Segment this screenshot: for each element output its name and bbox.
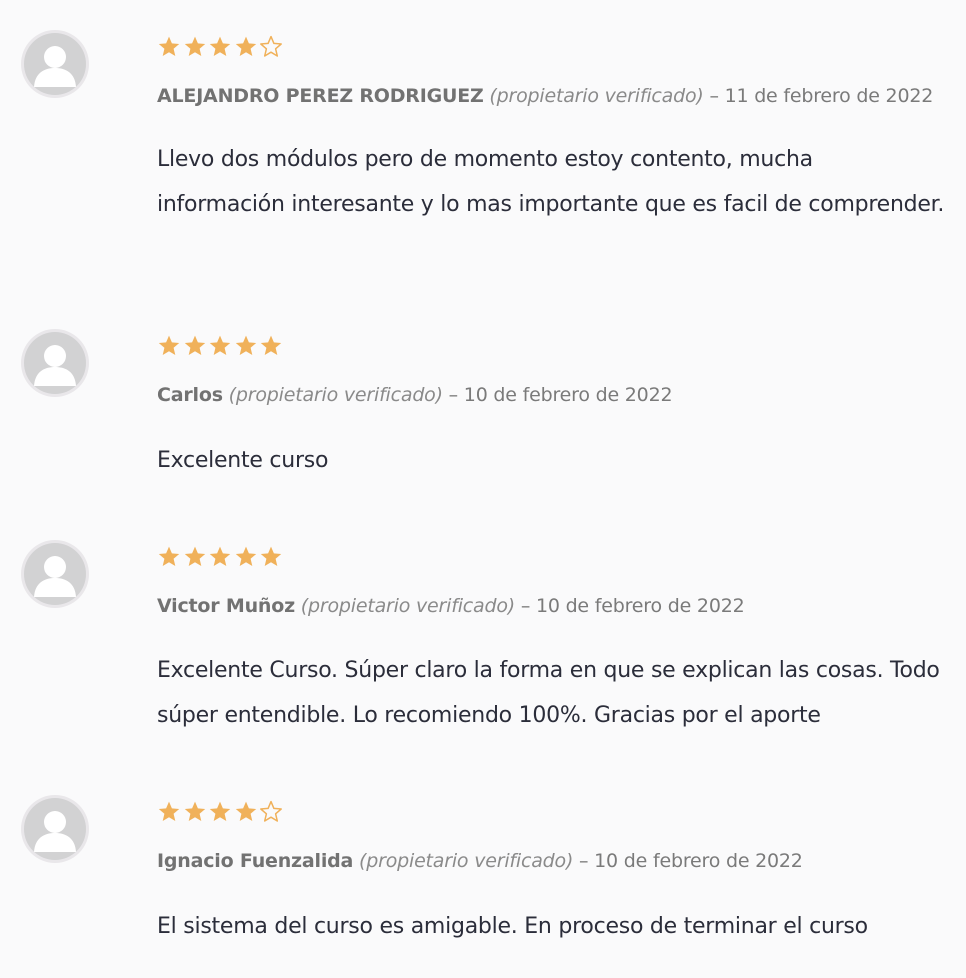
verified-badge: (propietario verificado): [300, 595, 515, 617]
review-author: Ignacio Fuenzalida: [157, 850, 354, 872]
star-rating: [157, 334, 285, 360]
star-filled-icon: [157, 35, 183, 59]
user-avatar-icon: [24, 543, 86, 605]
avatar: [21, 795, 89, 863]
star-rating: [157, 35, 285, 61]
review-text: Excelente Curso. Súper claro la forma en…: [157, 658, 940, 728]
review-date: – 10 de febrero de 2022: [448, 384, 673, 406]
review-meta: Ignacio Fuenzalida (propietario verifica…: [157, 850, 803, 872]
star-filled-icon: [183, 545, 209, 569]
star-filled-icon: [208, 35, 234, 59]
review-author: ALEJANDRO PEREZ RODRIGUEZ: [157, 85, 484, 107]
star-filled-icon: [157, 334, 183, 358]
star-filled-icon: [208, 545, 234, 569]
user-avatar-icon: [24, 798, 86, 860]
star-rating: [157, 545, 285, 571]
review-item: ALEJANDRO PEREZ RODRIGUEZ (propietario v…: [0, 30, 966, 280]
verified-badge: (propietario verificado): [489, 85, 704, 107]
star-filled-icon: [157, 545, 183, 569]
verified-badge: (propietario verificado): [359, 850, 574, 872]
review-text: Excelente curso: [157, 448, 329, 473]
star-filled-icon: [259, 334, 285, 358]
star-empty-icon: [259, 800, 285, 824]
star-filled-icon: [183, 800, 209, 824]
review-item: Ignacio Fuenzalida (propietario verifica…: [0, 795, 966, 965]
review-text: El sistema del curso es amigable. En pro…: [157, 914, 868, 939]
star-filled-icon: [183, 334, 209, 358]
star-empty-icon: [259, 35, 285, 59]
review-item: Carlos (propietario verificado) – 10 de …: [0, 329, 966, 499]
star-filled-icon: [157, 800, 183, 824]
user-avatar-icon: [24, 332, 86, 394]
review-date: – 10 de febrero de 2022: [520, 595, 745, 617]
avatar: [21, 30, 89, 98]
star-filled-icon: [208, 334, 234, 358]
avatar: [21, 540, 89, 608]
star-filled-icon: [259, 545, 285, 569]
verified-badge: (propietario verificado): [228, 384, 443, 406]
star-filled-icon: [234, 800, 260, 824]
review-date: – 10 de febrero de 2022: [579, 850, 803, 872]
review-author: Victor Muñoz: [157, 595, 295, 617]
review-item: Victor Muñoz (propietario verificado) – …: [0, 540, 966, 750]
review-date: – 11 de febrero de 2022: [709, 85, 934, 107]
user-avatar-icon: [24, 33, 86, 95]
star-filled-icon: [208, 800, 234, 824]
review-text: Llevo dos módulos pero de momento estoy …: [157, 147, 945, 217]
star-filled-icon: [183, 35, 209, 59]
avatar: [21, 329, 89, 397]
review-author: Carlos: [157, 384, 223, 406]
review-meta: Carlos (propietario verificado) – 10 de …: [157, 384, 673, 406]
review-meta: ALEJANDRO PEREZ RODRIGUEZ (propietario v…: [157, 85, 933, 107]
star-filled-icon: [234, 545, 260, 569]
star-filled-icon: [234, 35, 260, 59]
star-filled-icon: [234, 334, 260, 358]
review-meta: Victor Muñoz (propietario verificado) – …: [157, 595, 745, 617]
star-rating: [157, 800, 285, 826]
